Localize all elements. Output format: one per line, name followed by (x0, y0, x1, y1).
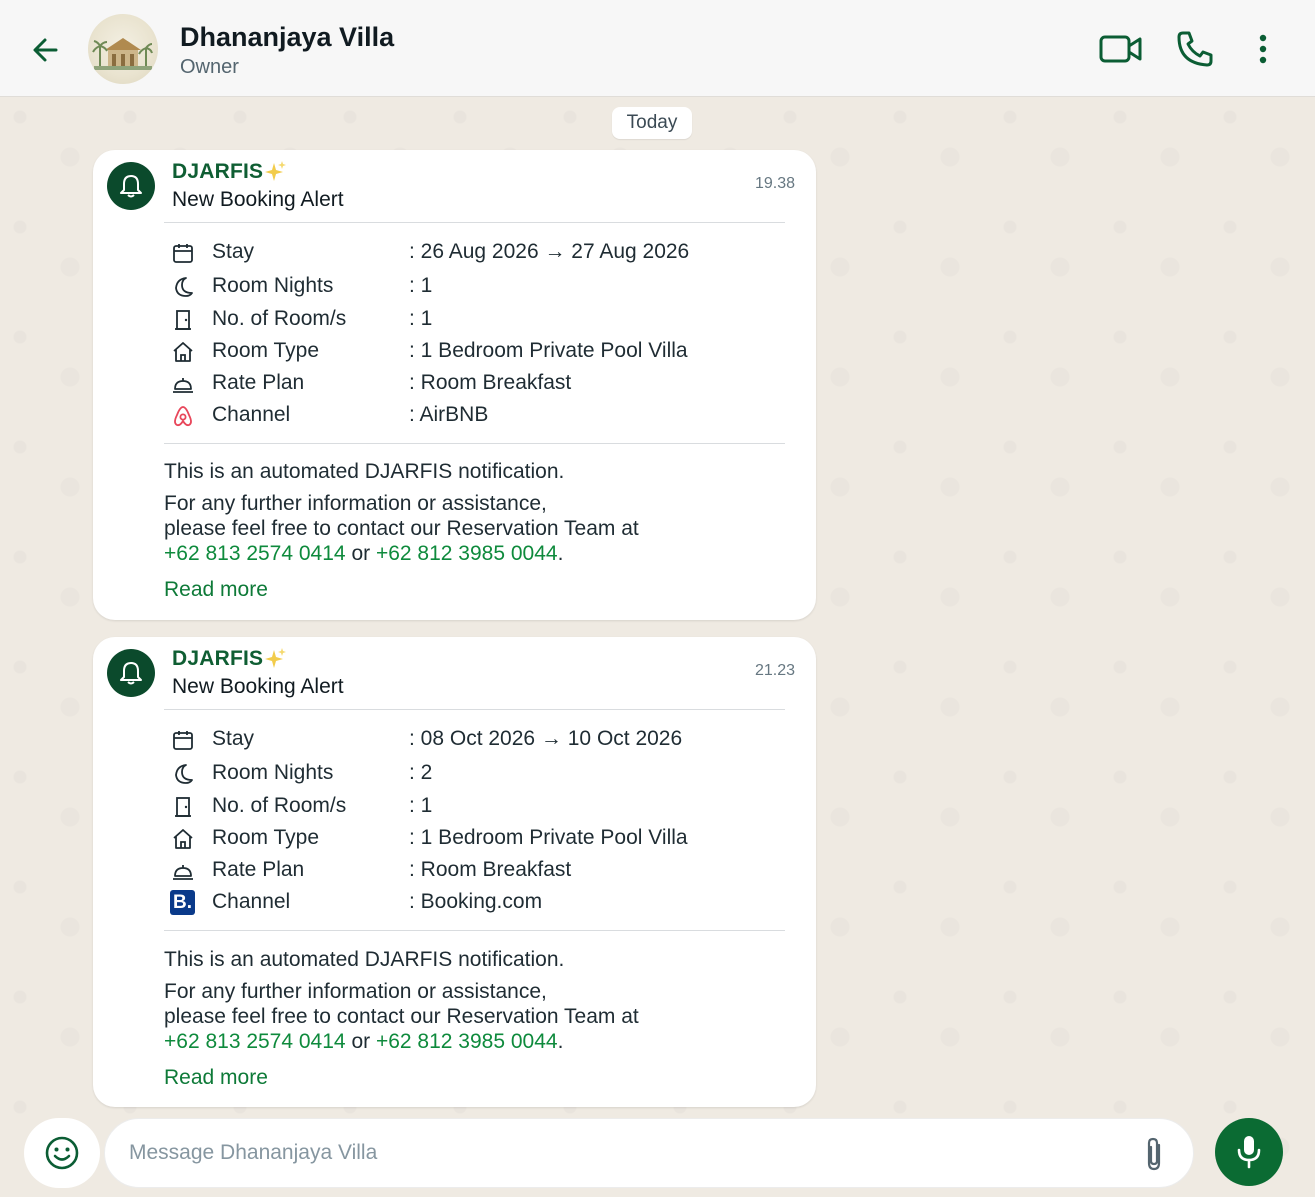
avatar[interactable] (88, 14, 158, 84)
detail-row-room-type: Room Type : 1 Bedroom Private Pool Villa (93, 337, 816, 367)
phone-line: +62 813 2574 0414 or +62 812 3985 0044. (164, 541, 563, 566)
or-text: or (345, 542, 376, 565)
detail-row-rooms: No. of Room/s : 1 (93, 305, 816, 335)
contact-line: For any further information or assistanc… (164, 492, 547, 515)
sparkle-icon (265, 160, 287, 189)
airbnb-icon (171, 404, 195, 428)
row-label: Channel (212, 403, 291, 426)
calendar-icon (171, 728, 195, 752)
message-time: 19.38 (754, 175, 795, 192)
detail-row-room-nights: Room Nights : 1 (93, 272, 816, 302)
microphone-icon (1237, 1136, 1261, 1169)
house-icon (171, 340, 195, 364)
detail-row-room-nights: Room Nights : 2 (93, 759, 816, 789)
row-value: : 26 Aug 2026 → 27 Aug 2026 (409, 240, 690, 263)
paperclip-icon[interactable] (1141, 1135, 1167, 1173)
row-label: No. of Room/s (212, 794, 347, 817)
row-value: : Booking.com (409, 890, 543, 913)
row-label: Room Nights (212, 274, 334, 297)
period: . (557, 542, 564, 565)
automated-note: This is an automated DJARFIS notificatio… (164, 948, 565, 971)
contact-line: For any further information or assistanc… (164, 980, 547, 1003)
door-icon (171, 308, 195, 332)
row-value: : 1 Bedroom Private Pool Villa (409, 826, 688, 849)
booking-com-icon: B. (170, 890, 195, 915)
video-call-icon[interactable] (1098, 28, 1144, 70)
row-label: Room Type (212, 826, 319, 849)
read-more-link[interactable]: Read more (164, 578, 268, 602)
row-label: Channel (212, 890, 291, 913)
detail-row-rooms: No. of Room/s : 1 (93, 792, 816, 822)
message-composer[interactable] (104, 1118, 1194, 1188)
row-value: : Room Breakfast (409, 858, 572, 881)
bell-icon (107, 649, 155, 697)
row-label: Room Nights (212, 761, 334, 784)
door-icon (171, 795, 195, 819)
period: . (557, 1030, 564, 1053)
house-icon (171, 827, 195, 851)
moon-icon (171, 762, 195, 786)
bell-icon (107, 162, 155, 210)
phone-link[interactable]: +62 813 2574 0414 (164, 542, 346, 565)
phone-link[interactable]: +62 812 3985 0044 (376, 542, 558, 565)
row-value: : Room Breakfast (409, 371, 572, 394)
contact-line: please feel free to contact our Reservat… (164, 1005, 639, 1028)
row-value: : 1 (409, 274, 433, 297)
calendar-icon (171, 241, 195, 265)
row-value: : 2 (409, 761, 433, 784)
row-value: : 1 Bedroom Private Pool Villa (409, 339, 688, 362)
message-bubble[interactable]: DJARFIS New Booking Alert 19.38 Stay : 2… (93, 150, 816, 620)
contact-line: please feel free to contact our Reservat… (164, 517, 639, 540)
microphone-button[interactable] (1215, 1118, 1283, 1186)
detail-row-channel: B. Channel : Booking.com (93, 888, 816, 918)
message-title: New Booking Alert (172, 188, 344, 211)
back-arrow-icon[interactable] (26, 30, 66, 70)
more-options-icon[interactable] (1248, 28, 1278, 70)
divider (164, 930, 785, 931)
message-bubble[interactable]: DJARFIS New Booking Alert 21.23 Stay : 0… (93, 637, 816, 1107)
cloche-icon (171, 372, 195, 396)
or-text: or (345, 1030, 376, 1053)
detail-row-stay: Stay : 26 Aug 2026 → 27 Aug 2026 (93, 238, 816, 268)
phone-line: +62 813 2574 0414 or +62 812 3985 0044. (164, 1029, 563, 1054)
divider (164, 709, 785, 710)
moon-icon (171, 275, 195, 299)
row-label: No. of Room/s (212, 307, 347, 330)
message-time: 21.23 (754, 662, 795, 679)
row-value: : 1 (409, 307, 433, 330)
divider (164, 443, 785, 444)
row-label: Rate Plan (212, 858, 305, 881)
sparkle-icon (265, 647, 287, 676)
emoji-button[interactable] (24, 1118, 100, 1188)
row-label: Stay (212, 240, 255, 263)
detail-row-rate-plan: Rate Plan : Room Breakfast (93, 369, 816, 399)
detail-row-stay: Stay : 08 Oct 2026 → 10 Oct 2026 (93, 725, 816, 755)
divider (164, 222, 785, 223)
message-input[interactable] (129, 1119, 1109, 1187)
phone-link[interactable]: +62 813 2574 0414 (164, 1030, 346, 1053)
contact-subtitle: Owner (180, 56, 239, 78)
row-label: Room Type (212, 339, 319, 362)
chat-header: Dhananjaya Villa Owner (0, 0, 1315, 97)
detail-row-channel: Channel : AirBNB (93, 401, 816, 431)
row-value: : 08 Oct 2026 → 10 Oct 2026 (409, 727, 683, 750)
phone-call-icon[interactable] (1174, 28, 1216, 70)
row-label: Rate Plan (212, 371, 305, 394)
date-chip: Today (612, 107, 692, 139)
detail-row-rate-plan: Rate Plan : Room Breakfast (93, 856, 816, 886)
message-title: New Booking Alert (172, 675, 344, 698)
emoji-icon (45, 1136, 79, 1170)
automated-note: This is an automated DJARFIS notificatio… (164, 460, 565, 483)
row-value: : 1 (409, 794, 433, 817)
sender-name: DJARFIS (172, 160, 264, 183)
cloche-icon (171, 859, 195, 883)
contact-name[interactable]: Dhananjaya Villa (180, 22, 394, 53)
sender-name: DJARFIS (172, 647, 264, 670)
row-label: Stay (212, 727, 255, 750)
detail-row-room-type: Room Type : 1 Bedroom Private Pool Villa (93, 824, 816, 854)
read-more-link[interactable]: Read more (164, 1066, 268, 1090)
phone-link[interactable]: +62 812 3985 0044 (376, 1030, 558, 1053)
row-value: : AirBNB (409, 403, 489, 426)
